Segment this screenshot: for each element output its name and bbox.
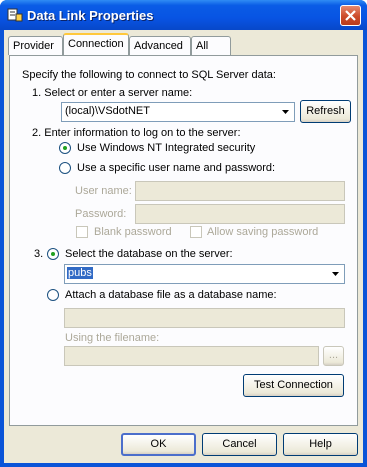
title-bar[interactable]: Data Link Properties — [0, 0, 367, 30]
blank-password-label: Blank password — [94, 226, 172, 238]
password-label: Password: — [75, 208, 127, 220]
username-input[interactable] — [135, 181, 345, 201]
tab-advanced[interactable]: Advanced — [129, 36, 191, 55]
tab-connection[interactable]: Connection — [63, 33, 129, 55]
blank-password-checkbox[interactable] — [76, 226, 88, 238]
server-name-combo[interactable]: (local)\VSdotNET — [61, 102, 295, 122]
username-label: User name: — [75, 185, 132, 197]
specific-user-label: Use a specific user name and password: — [77, 162, 276, 174]
step3-number: 3. — [34, 248, 44, 260]
nt-security-radio[interactable] — [59, 142, 71, 154]
window-title: Data Link Properties — [27, 8, 154, 23]
browse-button[interactable]: ... — [323, 346, 344, 366]
connection-panel: Specify the following to connect to SQL … — [9, 55, 358, 426]
attach-db-label: Attach a database file as a database nam… — [65, 289, 277, 301]
password-input[interactable] — [135, 204, 345, 224]
step1-label: 1. Select or enter a server name: — [32, 87, 193, 99]
help-button[interactable]: Help — [283, 433, 358, 456]
close-icon — [345, 10, 356, 21]
ok-button[interactable]: OK — [121, 433, 196, 456]
nt-security-label: Use Windows NT Integrated security — [77, 142, 256, 154]
intro-text: Specify the following to connect to SQL … — [22, 69, 276, 81]
server-name-value: (local)\VSdotNET — [65, 105, 150, 117]
attach-db-name-input[interactable] — [64, 308, 345, 328]
test-connection-button[interactable]: Test Connection — [243, 374, 344, 397]
database-combo[interactable]: pubs — [64, 264, 345, 284]
cancel-button[interactable]: Cancel — [202, 433, 277, 456]
dialog-client: Provider Connection Advanced All Specify… — [4, 30, 363, 463]
close-button[interactable] — [340, 5, 361, 26]
chevron-down-icon[interactable] — [278, 104, 293, 120]
select-db-radio[interactable] — [47, 248, 59, 260]
allow-saving-label: Allow saving password — [207, 226, 319, 238]
specific-user-radio[interactable] — [59, 162, 71, 174]
filename-input[interactable] — [64, 346, 319, 366]
tab-provider[interactable]: Provider — [8, 36, 63, 55]
refresh-button[interactable]: Refresh — [300, 100, 351, 123]
using-filename-label: Using the filename: — [65, 332, 160, 344]
tab-all[interactable]: All — [191, 36, 231, 55]
database-value: pubs — [67, 267, 93, 279]
step2-label: 2. Enter information to log on to the se… — [32, 127, 241, 139]
chevron-down-icon[interactable] — [328, 266, 343, 282]
attach-db-radio[interactable] — [47, 289, 59, 301]
dialog-window: Data Link Properties Provider Connection… — [0, 0, 367, 467]
allow-saving-checkbox[interactable] — [190, 226, 202, 238]
select-db-label: Select the database on the server: — [65, 248, 233, 260]
data-link-icon — [7, 7, 23, 23]
